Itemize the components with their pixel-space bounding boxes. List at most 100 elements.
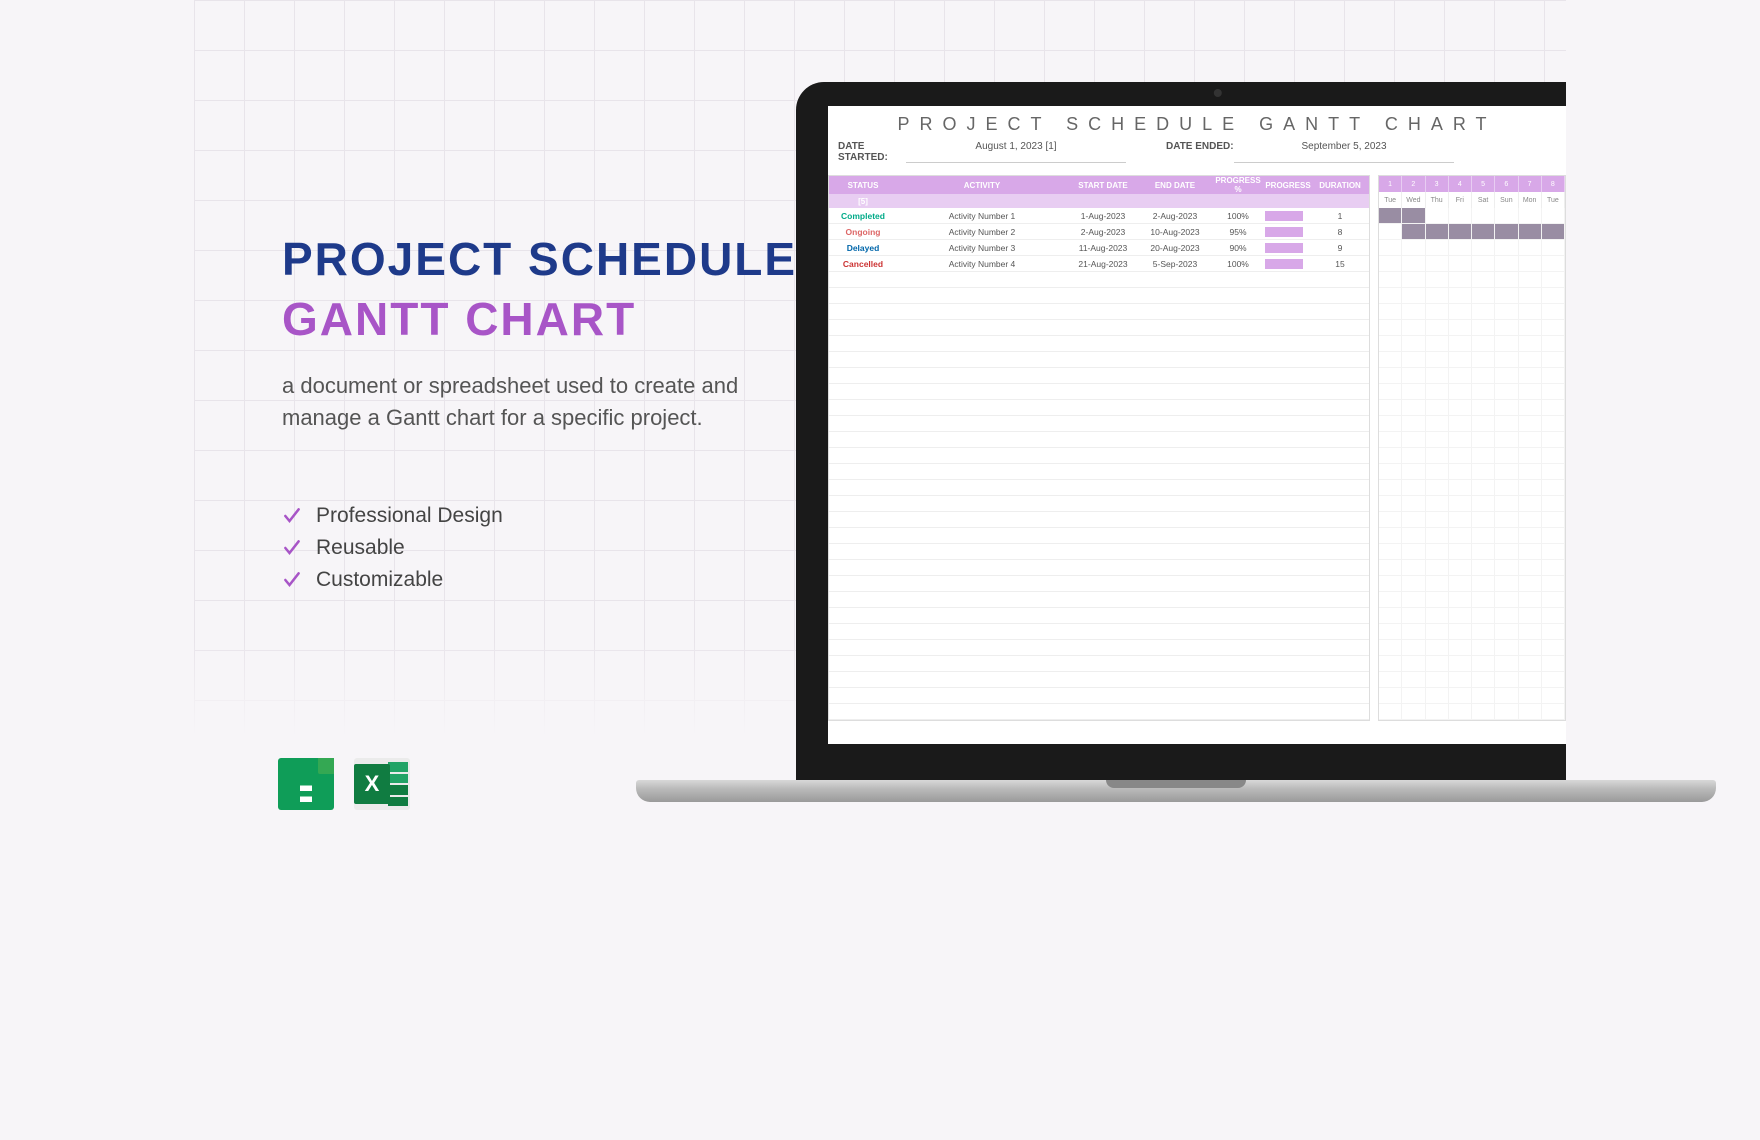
meta-row: DATE STARTED: August 1, 2023 [1] DATE EN… <box>828 135 1566 169</box>
gantt-cell <box>1402 528 1425 543</box>
gantt-cell <box>1426 400 1449 415</box>
gantt-cell <box>1379 480 1402 495</box>
table-row-empty <box>829 704 1369 720</box>
gantt-day-label: Sun <box>1495 192 1518 208</box>
gantt-cell <box>1472 528 1495 543</box>
gantt-cell <box>1426 240 1449 255</box>
gantt-cell <box>1426 448 1449 463</box>
cell-duration: 1 <box>1311 211 1369 221</box>
data-table: STATUS ACTIVITY START DATE END DATE PROG… <box>828 175 1370 721</box>
gantt-cell <box>1542 432 1565 447</box>
gantt-cell <box>1495 592 1518 607</box>
gantt-cell <box>1472 240 1495 255</box>
gantt-cell <box>1495 288 1518 303</box>
gantt-cell <box>1426 688 1449 703</box>
col-progress: PROGRESS <box>1265 181 1311 190</box>
gantt-day-number: 2 <box>1402 176 1425 192</box>
gantt-row-empty <box>1379 336 1565 352</box>
gantt-cell <box>1519 672 1542 687</box>
gantt-cell <box>1542 576 1565 591</box>
gantt-cell <box>1402 576 1425 591</box>
gantt-cell <box>1495 400 1518 415</box>
gantt-cell <box>1472 640 1495 655</box>
gantt-row <box>1379 224 1565 240</box>
gantt-cell <box>1449 416 1472 431</box>
laptop-screen: PROJECT SCHEDULE GANTT CHART DATE STARTE… <box>828 106 1566 744</box>
gantt-cell <box>1542 400 1565 415</box>
gantt-cell <box>1379 304 1402 319</box>
gantt-cell <box>1472 416 1495 431</box>
features-list: Professional Design Reusable Customizabl… <box>282 504 822 592</box>
table-subheader: [5] <box>829 194 1369 208</box>
gantt-cell <box>1402 608 1425 623</box>
gantt-day-number: 6 <box>1495 176 1518 192</box>
cell-duration: 9 <box>1311 243 1369 253</box>
gantt-cell <box>1426 560 1449 575</box>
gantt-cell <box>1379 288 1402 303</box>
gantt-cell <box>1495 320 1518 335</box>
gantt-cell <box>1402 496 1425 511</box>
gantt-cell <box>1472 208 1495 223</box>
gantt-cell <box>1379 336 1402 351</box>
cell-start: 1-Aug-2023 <box>1067 211 1139 221</box>
table-row-empty <box>829 352 1369 368</box>
gantt-cell <box>1449 368 1472 383</box>
gantt-cell <box>1495 448 1518 463</box>
gantt-day-number: 5 <box>1472 176 1495 192</box>
gantt-cell <box>1472 576 1495 591</box>
gantt-cell <box>1542 560 1565 575</box>
gantt-cell <box>1402 512 1425 527</box>
col-activity: ACTIVITY <box>897 181 1067 190</box>
gantt-cell <box>1402 656 1425 671</box>
gantt-row-empty <box>1379 464 1565 480</box>
cell-duration: 15 <box>1311 259 1369 269</box>
gantt-row-empty <box>1379 368 1565 384</box>
table-row-empty <box>829 336 1369 352</box>
gantt-row <box>1379 256 1565 272</box>
gantt-cell <box>1472 592 1495 607</box>
table-row-empty <box>829 544 1369 560</box>
table-row-empty <box>829 640 1369 656</box>
gantt-cell <box>1402 304 1425 319</box>
gantt-cell <box>1542 288 1565 303</box>
table-row-empty <box>829 416 1369 432</box>
gantt-cell <box>1495 576 1518 591</box>
table-row-empty <box>829 576 1369 592</box>
date-started-value: August 1, 2023 [1] <box>906 141 1126 163</box>
gantt-row-empty <box>1379 448 1565 464</box>
gantt-cell <box>1402 272 1425 287</box>
gantt-cell <box>1472 464 1495 479</box>
gantt-cell <box>1519 688 1542 703</box>
cell-pct: 95% <box>1211 227 1265 237</box>
gantt-cell <box>1542 688 1565 703</box>
gantt-cell <box>1519 544 1542 559</box>
gantt-cell <box>1426 416 1449 431</box>
cell-pct: 100% <box>1211 259 1265 269</box>
table-row-empty <box>829 688 1369 704</box>
feature-item: Reusable <box>282 536 822 560</box>
gantt-cell <box>1402 208 1425 223</box>
gantt-cell <box>1379 528 1402 543</box>
gantt-cell <box>1519 432 1542 447</box>
cell-progress-bar <box>1265 243 1311 253</box>
cell-end: 2-Aug-2023 <box>1139 211 1211 221</box>
gantt-cell <box>1495 640 1518 655</box>
gantt-cell <box>1472 352 1495 367</box>
gantt-cell <box>1519 528 1542 543</box>
gantt-cell <box>1519 448 1542 463</box>
gantt-cell <box>1472 272 1495 287</box>
gantt-cell <box>1426 576 1449 591</box>
gantt-cell <box>1426 256 1449 271</box>
gantt-cell <box>1519 656 1542 671</box>
gantt-cell <box>1426 640 1449 655</box>
gantt-cell <box>1472 608 1495 623</box>
gantt-cell <box>1426 288 1449 303</box>
gantt-cell <box>1542 592 1565 607</box>
table-row: CancelledActivity Number 421-Aug-20235-S… <box>829 256 1369 272</box>
check-icon <box>282 538 302 558</box>
table-row-empty <box>829 400 1369 416</box>
feature-item: Customizable <box>282 568 822 592</box>
gantt-cell <box>1495 480 1518 495</box>
gantt-cell <box>1495 304 1518 319</box>
cell-status: Ongoing <box>829 227 897 237</box>
